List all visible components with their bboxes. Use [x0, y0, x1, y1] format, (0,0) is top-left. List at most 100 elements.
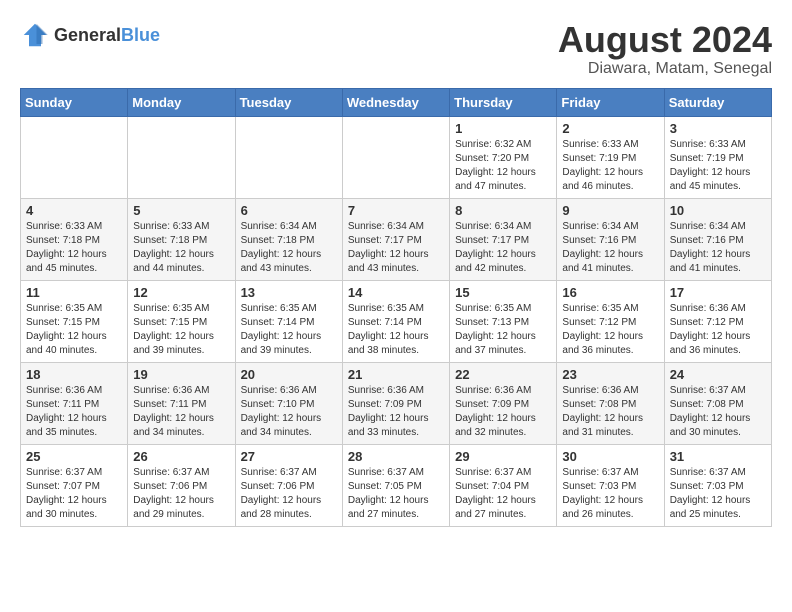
day-info: Sunrise: 6:34 AM Sunset: 7:18 PM Dayligh…: [241, 220, 337, 276]
day-number: 13: [241, 285, 337, 300]
day-cell: 9 Sunrise: 6:34 AM Sunset: 7:16 PM Daylig…: [557, 198, 664, 280]
day-number: 1: [455, 121, 551, 136]
location: Diawara, Matam, Senegal: [558, 60, 772, 78]
day-number: 10: [670, 203, 766, 218]
day-info: Sunrise: 6:37 AM Sunset: 7:06 PM Dayligh…: [133, 466, 229, 522]
day-number: 12: [133, 285, 229, 300]
day-number: 16: [562, 285, 658, 300]
day-info: Sunrise: 6:36 AM Sunset: 7:11 PM Dayligh…: [26, 384, 122, 440]
day-info: Sunrise: 6:34 AM Sunset: 7:16 PM Dayligh…: [562, 220, 658, 276]
day-cell: [235, 116, 342, 198]
logo-blue: Blue: [121, 25, 160, 45]
day-number: 15: [455, 285, 551, 300]
day-number: 27: [241, 449, 337, 464]
day-info: Sunrise: 6:35 AM Sunset: 7:13 PM Dayligh…: [455, 302, 551, 358]
day-number: 21: [348, 367, 444, 382]
day-cell: 2 Sunrise: 6:33 AM Sunset: 7:19 PM Daylig…: [557, 116, 664, 198]
day-info: Sunrise: 6:37 AM Sunset: 7:07 PM Dayligh…: [26, 466, 122, 522]
day-number: 26: [133, 449, 229, 464]
day-cell: 14Sunrise: 6:35 AM Sunset: 7:14 PM Dayli…: [342, 280, 449, 362]
day-number: 5: [133, 203, 229, 218]
day-number: 3: [670, 121, 766, 136]
day-number: 25: [26, 449, 122, 464]
day-info: Sunrise: 6:36 AM Sunset: 7:09 PM Dayligh…: [348, 384, 444, 440]
day-info: Sunrise: 6:34 AM Sunset: 7:17 PM Dayligh…: [348, 220, 444, 276]
day-number: 2: [562, 121, 658, 136]
day-info: Sunrise: 6:33 AM Sunset: 7:19 PM Dayligh…: [562, 138, 658, 194]
month-year: August 2024: [558, 20, 772, 60]
day-number: 22: [455, 367, 551, 382]
day-number: 4: [26, 203, 122, 218]
day-cell: 11 Sunrise: 6:35 AM Sunset: 7:15 PM Dayli…: [21, 280, 128, 362]
day-cell: 17 Sunrise: 6:36 AM Sunset: 7:12 PM Dayli…: [664, 280, 771, 362]
logo-icon: [20, 20, 50, 50]
day-info: Sunrise: 6:37 AM Sunset: 7:03 PM Dayligh…: [670, 466, 766, 522]
day-cell: [342, 116, 449, 198]
day-info: Sunrise: 6:36 AM Sunset: 7:12 PM Dayligh…: [670, 302, 766, 358]
day-cell: 7 Sunrise: 6:34 AM Sunset: 7:17 PM Daylig…: [342, 198, 449, 280]
day-cell: 29 Sunrise: 6:37 AM Sunset: 7:04 PM Dayli…: [450, 444, 557, 526]
day-cell: 30 Sunrise: 6:37 AM Sunset: 7:03 PM Dayli…: [557, 444, 664, 526]
day-number: 29: [455, 449, 551, 464]
day-number: 23: [562, 367, 658, 382]
day-cell: 3 Sunrise: 6:33 AM Sunset: 7:19 PM Daylig…: [664, 116, 771, 198]
day-cell: 28 Sunrise: 6:37 AM Sunset: 7:05 PM Dayli…: [342, 444, 449, 526]
day-cell: 21 Sunrise: 6:36 AM Sunset: 7:09 PM Dayli…: [342, 362, 449, 444]
week-row-5: 25 Sunrise: 6:37 AM Sunset: 7:07 PM Dayli…: [21, 444, 772, 526]
day-cell: 8 Sunrise: 6:34 AM Sunset: 7:17 PM Daylig…: [450, 198, 557, 280]
day-number: 24: [670, 367, 766, 382]
day-number: 18: [26, 367, 122, 382]
day-info: Sunrise: 6:37 AM Sunset: 7:08 PM Dayligh…: [670, 384, 766, 440]
day-number: 9: [562, 203, 658, 218]
day-number: 31: [670, 449, 766, 464]
day-cell: 12 Sunrise: 6:35 AM Sunset: 7:15 PM Dayli…: [128, 280, 235, 362]
day-info: Sunrise: 6:34 AM Sunset: 7:17 PM Dayligh…: [455, 220, 551, 276]
week-row-4: 18 Sunrise: 6:36 AM Sunset: 7:11 PM Dayli…: [21, 362, 772, 444]
calendar-header-row: SundayMondayTuesdayWednesdayThursdayFrid…: [21, 88, 772, 116]
day-cell: 31 Sunrise: 6:37 AM Sunset: 7:03 PM Dayli…: [664, 444, 771, 526]
day-info: Sunrise: 6:35 AM Sunset: 7:14 PM Dayligh…: [241, 302, 337, 358]
day-info: Sunrise: 6:34 AM Sunset: 7:16 PM Dayligh…: [670, 220, 766, 276]
header-sunday: Sunday: [21, 88, 128, 116]
day-cell: 27 Sunrise: 6:37 AM Sunset: 7:06 PM Dayli…: [235, 444, 342, 526]
page-header: GeneralBlue August 2024 Diawara, Matam, …: [20, 20, 772, 78]
day-info: Sunrise: 6:37 AM Sunset: 7:03 PM Dayligh…: [562, 466, 658, 522]
day-info: Sunrise: 6:35 AM Sunset: 7:15 PM Dayligh…: [133, 302, 229, 358]
day-number: 11: [26, 285, 122, 300]
day-cell: [128, 116, 235, 198]
day-number: 14: [348, 285, 444, 300]
day-number: 7: [348, 203, 444, 218]
day-cell: 13 Sunrise: 6:35 AM Sunset: 7:14 PM Dayli…: [235, 280, 342, 362]
day-number: 19: [133, 367, 229, 382]
day-cell: 4 Sunrise: 6:33 AM Sunset: 7:18 PM Daylig…: [21, 198, 128, 280]
day-cell: 6Sunrise: 6:34 AM Sunset: 7:18 PM Daylig…: [235, 198, 342, 280]
day-info: Sunrise: 6:33 AM Sunset: 7:19 PM Dayligh…: [670, 138, 766, 194]
day-info: Sunrise: 6:35 AM Sunset: 7:15 PM Dayligh…: [26, 302, 122, 358]
day-info: Sunrise: 6:36 AM Sunset: 7:10 PM Dayligh…: [241, 384, 337, 440]
day-info: Sunrise: 6:33 AM Sunset: 7:18 PM Dayligh…: [26, 220, 122, 276]
day-info: Sunrise: 6:35 AM Sunset: 7:12 PM Dayligh…: [562, 302, 658, 358]
day-number: 17: [670, 285, 766, 300]
week-row-1: 1 Sunrise: 6:32 AM Sunset: 7:20 PM Daylig…: [21, 116, 772, 198]
day-cell: 15 Sunrise: 6:35 AM Sunset: 7:13 PM Dayli…: [450, 280, 557, 362]
logo: GeneralBlue: [20, 20, 160, 50]
day-number: 30: [562, 449, 658, 464]
header-wednesday: Wednesday: [342, 88, 449, 116]
header-saturday: Saturday: [664, 88, 771, 116]
day-info: Sunrise: 6:37 AM Sunset: 7:06 PM Dayligh…: [241, 466, 337, 522]
day-number: 8: [455, 203, 551, 218]
day-cell: 22 Sunrise: 6:36 AM Sunset: 7:09 PM Dayli…: [450, 362, 557, 444]
day-info: Sunrise: 6:36 AM Sunset: 7:09 PM Dayligh…: [455, 384, 551, 440]
day-info: Sunrise: 6:37 AM Sunset: 7:04 PM Dayligh…: [455, 466, 551, 522]
day-cell: 23Sunrise: 6:36 AM Sunset: 7:08 PM Dayli…: [557, 362, 664, 444]
day-cell: 25 Sunrise: 6:37 AM Sunset: 7:07 PM Dayli…: [21, 444, 128, 526]
day-info: Sunrise: 6:37 AM Sunset: 7:05 PM Dayligh…: [348, 466, 444, 522]
day-cell: 19 Sunrise: 6:36 AM Sunset: 7:11 PM Dayli…: [128, 362, 235, 444]
day-info: Sunrise: 6:32 AM Sunset: 7:20 PM Dayligh…: [455, 138, 551, 194]
day-number: 20: [241, 367, 337, 382]
day-number: 28: [348, 449, 444, 464]
day-cell: 1 Sunrise: 6:32 AM Sunset: 7:20 PM Daylig…: [450, 116, 557, 198]
day-cell: 16 Sunrise: 6:35 AM Sunset: 7:12 PM Dayli…: [557, 280, 664, 362]
day-info: Sunrise: 6:36 AM Sunset: 7:11 PM Dayligh…: [133, 384, 229, 440]
header-monday: Monday: [128, 88, 235, 116]
